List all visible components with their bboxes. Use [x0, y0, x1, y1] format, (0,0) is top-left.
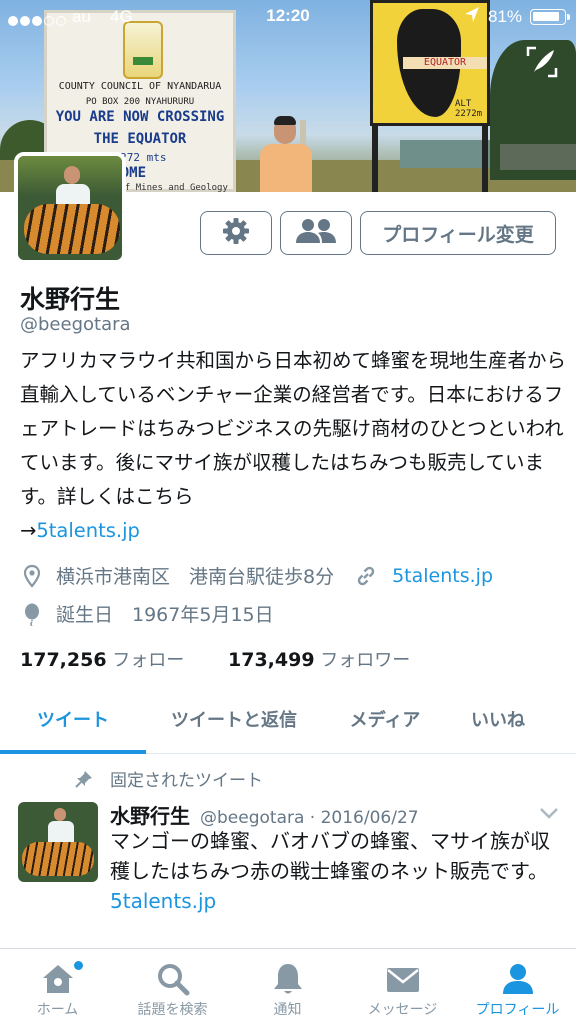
banner-building: [400, 140, 490, 168]
following-label: フォロー: [112, 650, 185, 671]
profile-birthday-row: 誕生日 1967年5月15日: [20, 600, 274, 627]
balloon-icon: [20, 602, 44, 627]
nav-home[interactable]: ホーム: [0, 949, 115, 1024]
profile-handle: @beegotara: [20, 314, 131, 335]
followers-label: フォロワー: [320, 650, 411, 671]
settings-button[interactable]: [200, 211, 272, 255]
profile-name: 水野行生: [20, 285, 121, 314]
banner-person: [260, 116, 312, 192]
profile-avatar[interactable]: [14, 152, 126, 264]
pinned-indicator: 固定されたツイート: [74, 766, 263, 791]
tweet-avatar[interactable]: [18, 802, 98, 882]
edit-profile-button[interactable]: プロフィール変更: [360, 211, 556, 255]
tab-tweets[interactable]: ツイート: [0, 698, 146, 754]
profile-website[interactable]: 5talents.jp: [392, 565, 493, 587]
sign-post: [482, 126, 488, 192]
following-count: 177,256: [20, 649, 107, 671]
tweet-body-text: マンゴーの蜂蜜、バオバブの蜂蜜、マサイ族が収穫したはちみつ赤の戦士蜂蜜のネット販…: [110, 829, 550, 883]
bottom-nav: ホーム 話題を検索 通知 メッセージ プロフィール: [0, 948, 576, 1024]
notification-dot: [74, 961, 83, 970]
nav-profile[interactable]: プロフィール: [460, 949, 575, 1024]
share-profile-icon[interactable]: [524, 44, 560, 80]
tweet-text: マンゴーの蜂蜜、バオバブの蜂蜜、マサイ族が収穫したはちみつ赤の戦士蜂蜜のネット販…: [110, 826, 560, 916]
battery-icon: [530, 9, 570, 25]
banner-building: [500, 144, 576, 170]
sign-line: YOU ARE NOW CROSSING: [55, 109, 225, 125]
tab-media[interactable]: メディア: [322, 698, 448, 754]
bell-icon: [274, 964, 302, 994]
nav-messages[interactable]: メッセージ: [345, 949, 460, 1024]
status-bar: au 4G 12:20 81%: [0, 0, 576, 34]
bio-text: アフリカマラウイ共和国から日本初めて蜂蜜を現地生産者から直輸入しているベンチャー…: [20, 349, 567, 508]
profile-bio: アフリカマラウイ共和国から日本初めて蜂蜜を現地生産者から直輸入しているベンチャー…: [20, 344, 566, 548]
chevron-down-icon[interactable]: [538, 804, 560, 822]
nav-notifications[interactable]: 通知: [230, 949, 345, 1024]
bio-link[interactable]: 5talents.jp: [36, 519, 140, 542]
tweet-header: 水野行生 @beegotara · 2016/06/27: [110, 800, 419, 829]
profile-birthday: 誕生日 1967年5月15日: [56, 604, 274, 626]
nav-label: 話題を検索: [137, 1002, 208, 1018]
people-icon: [293, 216, 339, 250]
location-arrow-icon: [464, 6, 480, 29]
location-pin-icon: [20, 564, 44, 588]
sign-altitude: ALT 2272m: [455, 99, 483, 119]
tweet-handle-date: @beegotara · 2016/06/27: [200, 808, 419, 828]
nav-label: プロフィール: [475, 1002, 560, 1018]
envelope-icon: [387, 968, 419, 992]
nav-label: メッセージ: [367, 1002, 438, 1018]
nav-search[interactable]: 話題を検索: [115, 949, 230, 1024]
active-tab-indicator: [0, 750, 146, 754]
sign-line: THE EQUATOR: [93, 131, 187, 147]
profile-location: 横浜市港南区 港南台駅徒歩8分: [56, 566, 335, 588]
pin-icon: [74, 769, 94, 789]
following-link[interactable]: 177,256 フォロー: [20, 649, 185, 671]
followers-link[interactable]: 173,499 フォロワー: [228, 646, 410, 672]
link-icon: [354, 564, 378, 588]
tab-likes[interactable]: いいね: [450, 698, 546, 754]
sign-line: COUNTY COUNCIL OF NYANDARUA: [58, 81, 222, 92]
search-icon: [158, 964, 190, 996]
tweet-link[interactable]: 5talents.jp: [110, 889, 216, 913]
nav-label: ホーム: [36, 1002, 79, 1018]
bio-arrow: →: [20, 519, 37, 542]
profile-location-row: 横浜市港南区 港南台駅徒歩8分 5talents.jp: [20, 562, 493, 589]
lists-button[interactable]: [280, 211, 352, 255]
sign-line: PO BOX 200 NYAHURURU: [85, 97, 195, 107]
sign-post: [372, 126, 378, 192]
pinned-label: 固定されたツイート: [110, 771, 263, 791]
profile-tabs: ツイート ツイートと返信 メディア いいね: [0, 698, 576, 754]
followers-count: 173,499: [228, 649, 315, 671]
gear-icon: [221, 216, 251, 250]
equator-band: EQUATOR: [403, 57, 487, 69]
battery-percent: 81%: [488, 7, 523, 26]
nav-label: 通知: [273, 1002, 302, 1018]
follow-counts: 177,256 フォロー 173,499 フォロワー: [20, 646, 410, 672]
tweet-author-name[interactable]: 水野行生: [110, 804, 190, 828]
home-icon: [43, 965, 73, 993]
tab-tweets-replies[interactable]: ツイートと返信: [150, 698, 318, 754]
person-icon: [503, 964, 533, 994]
